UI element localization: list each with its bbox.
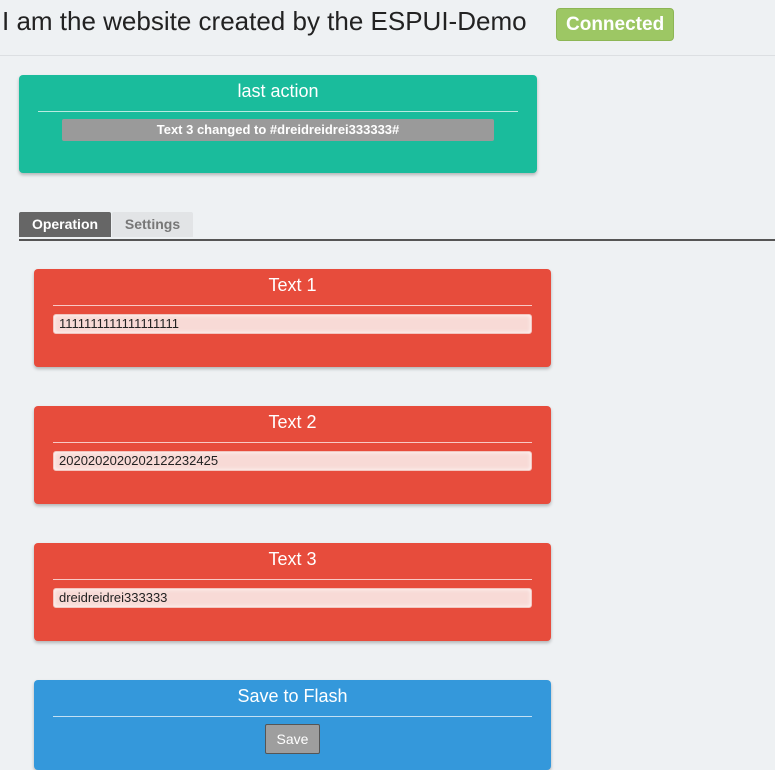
text-1-title: Text 1 xyxy=(268,275,317,295)
last-action-value: Text 3 changed to #dreidreidrei333333# xyxy=(62,119,494,141)
last-action-title: last action xyxy=(237,81,319,101)
tab-bar: Operation Settings xyxy=(19,212,775,241)
text-3-input[interactable] xyxy=(53,588,532,608)
card-divider xyxy=(53,716,532,717)
last-action-card: last action Text 3 changed to #dreidreid… xyxy=(19,75,537,173)
text-2-card: Text 2 xyxy=(34,406,551,504)
text-2-input[interactable] xyxy=(53,451,532,471)
header: I am the website created by the ESPUI-De… xyxy=(0,0,775,56)
text-3-card: Text 3 xyxy=(34,543,551,641)
text-2-title: Text 2 xyxy=(268,412,317,432)
text-1-card: Text 1 xyxy=(34,269,551,367)
text-1-input[interactable] xyxy=(53,314,532,334)
tab-operation[interactable]: Operation xyxy=(19,212,111,237)
card-divider xyxy=(53,305,532,306)
save-to-flash-card: Save to Flash Save xyxy=(34,680,551,770)
card-divider xyxy=(38,111,518,112)
save-to-flash-title: Save to Flash xyxy=(237,686,348,706)
connection-status-badge: Connected xyxy=(556,8,675,41)
text-3-title: Text 3 xyxy=(268,549,317,569)
card-divider xyxy=(53,579,532,580)
tab-settings[interactable]: Settings xyxy=(112,212,193,237)
page-title: I am the website created by the ESPUI-De… xyxy=(2,6,527,36)
card-divider xyxy=(53,442,532,443)
